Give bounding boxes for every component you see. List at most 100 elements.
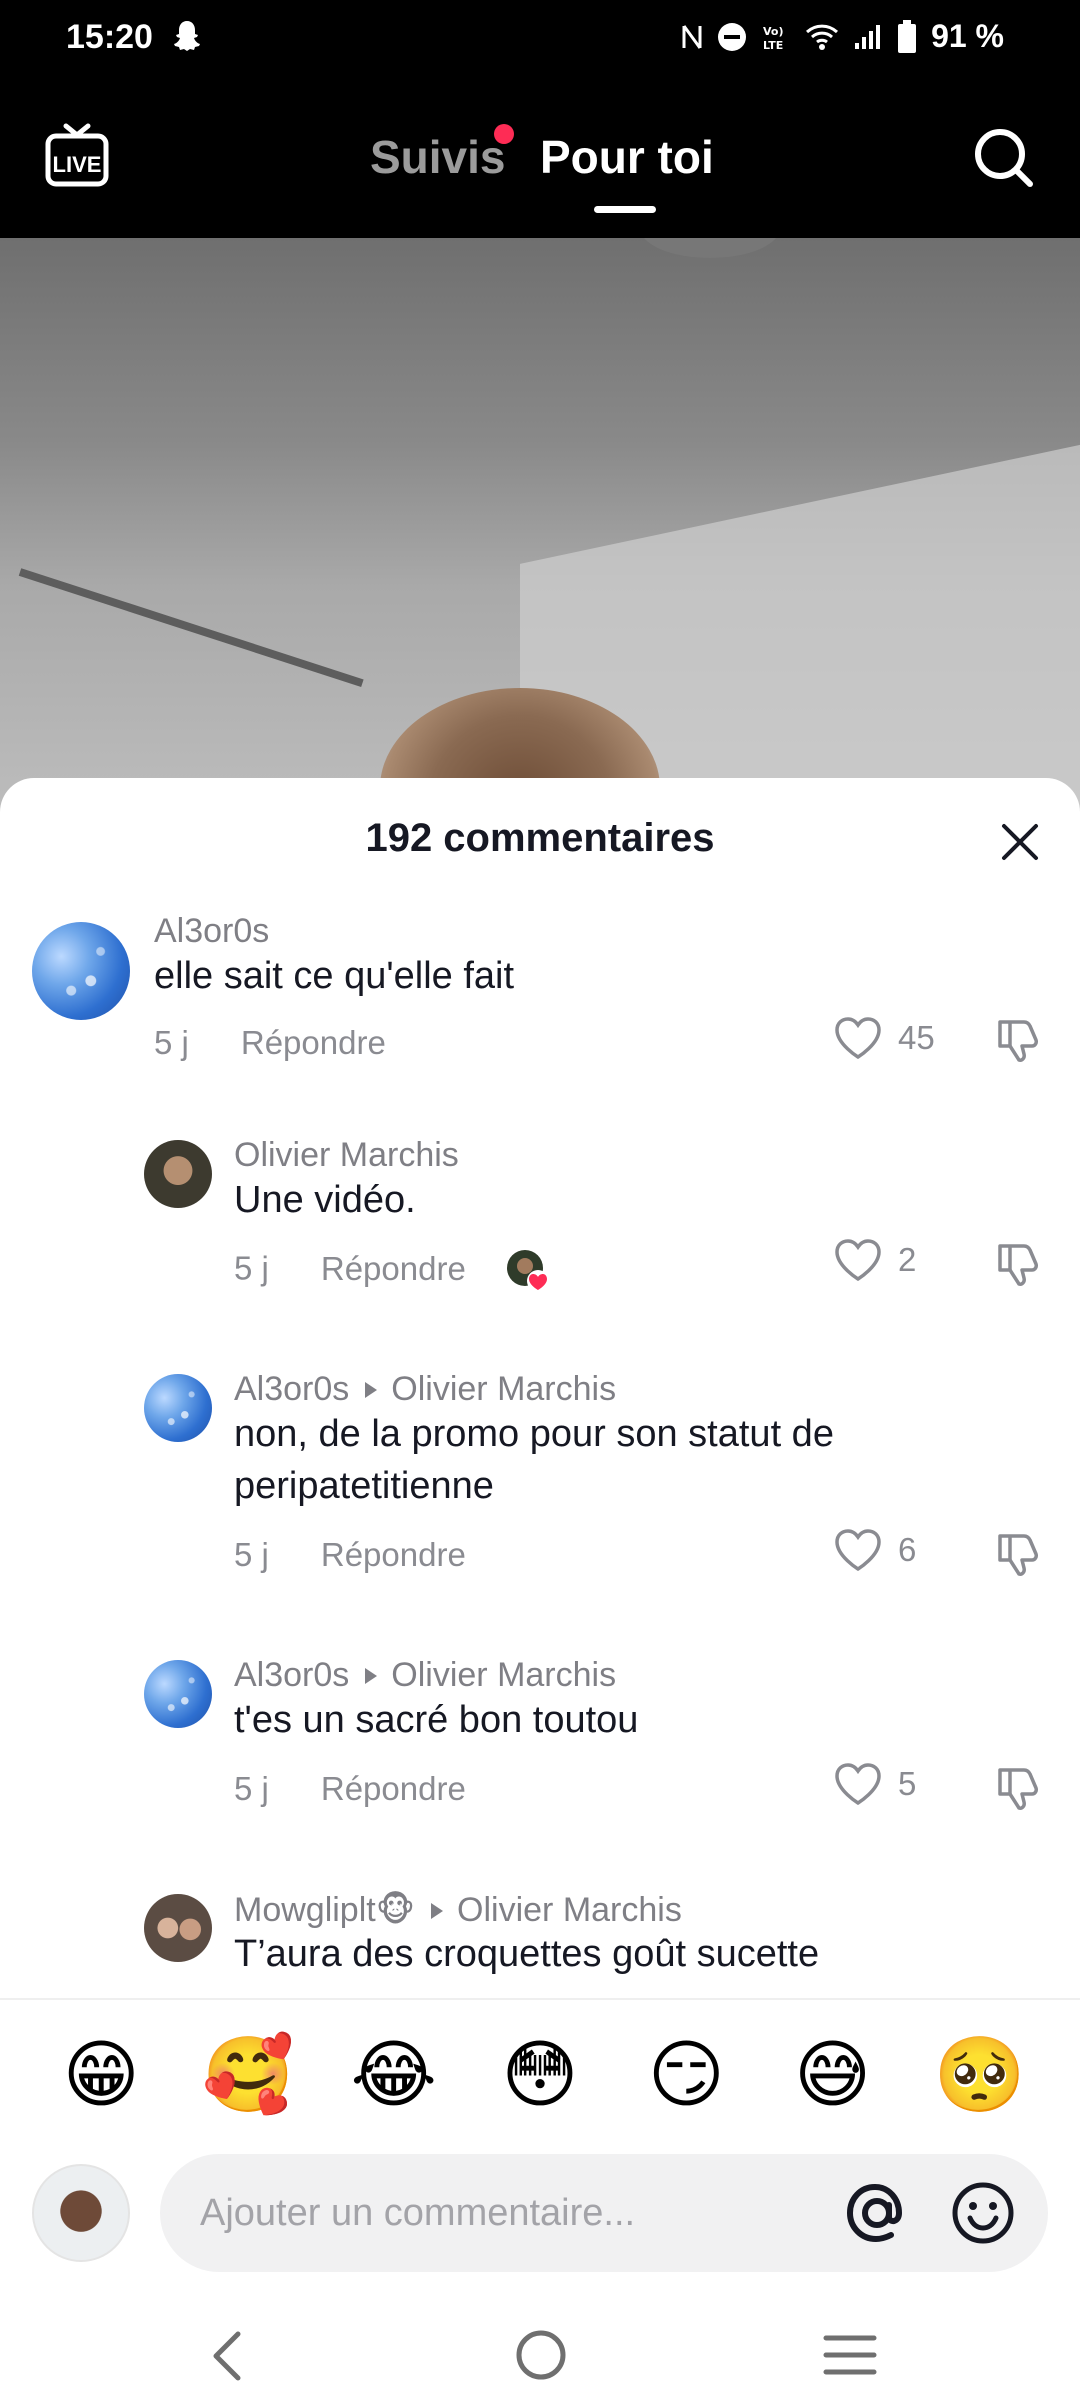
reply-button[interactable]: Répondre: [321, 1770, 466, 1807]
tab-following[interactable]: Suivis: [370, 130, 506, 184]
like-button[interactable]: 45: [834, 1016, 935, 1060]
comment-input-row: Ajouter un commentaire...: [0, 2154, 1080, 2274]
dislike-icon[interactable]: [994, 1528, 1044, 1578]
dislike-icon[interactable]: [994, 1762, 1044, 1812]
comment-item: Olivier Marchis Une vidéo. 5 j Répondre 2: [0, 1118, 1080, 1352]
emoji-smiling-hearts[interactable]: 🥰: [202, 2038, 294, 2112]
emoji-smirk[interactable]: 😏: [641, 2038, 731, 2112]
emoji-picker-icon[interactable]: [950, 2180, 1016, 2246]
wifi-icon: [806, 24, 839, 50]
top-nav: LIVE Suivis Pour toi: [0, 80, 1080, 238]
reply-to-name[interactable]: Olivier Marchis: [457, 1891, 682, 1929]
volte-icon: Vo)LTE: [763, 25, 784, 52]
live-label: LIVE: [53, 152, 102, 177]
comment-author[interactable]: Mowgliplt🐵 Olivier Marchis: [234, 1890, 682, 1930]
tab-for-you[interactable]: Pour toi: [540, 130, 714, 184]
comment-author[interactable]: Al3or0s: [154, 912, 269, 951]
comment-text: non, de la promo pour son statut de peri…: [234, 1413, 834, 1507]
svg-text:Vo): Vo): [763, 25, 784, 38]
heart-icon: [835, 1529, 881, 1572]
do-not-disturb-icon: [718, 22, 747, 51]
reply-to-name[interactable]: Olivier Marchis: [391, 1370, 616, 1408]
like-count: 6: [898, 1531, 917, 1568]
reply-arrow-icon: [431, 1902, 444, 1919]
comment-author[interactable]: Olivier Marchis: [234, 1136, 459, 1175]
user-avatar[interactable]: [32, 2164, 130, 2262]
status-icons: Vo) LTE 91 %: [681, 18, 1004, 55]
avatar[interactable]: [144, 1894, 212, 1962]
home-icon[interactable]: [514, 2328, 568, 2382]
comment-author[interactable]: Al3or0s Olivier Marchis: [234, 1656, 616, 1695]
comment-author-name[interactable]: Mowgliplt🐵: [234, 1891, 415, 1929]
emoji-pleading[interactable]: 🥺: [934, 2038, 1026, 2112]
close-icon[interactable]: [1000, 822, 1040, 862]
like-count: 45: [898, 1019, 935, 1056]
reply-button[interactable]: Répondre: [321, 1250, 466, 1287]
like-button[interactable]: 2: [834, 1238, 916, 1282]
back-icon[interactable]: [204, 2328, 252, 2384]
quick-emoji-bar: 😁 🥰 😂 😳 😏 😅 🥺: [0, 2038, 1080, 2112]
signal-icon: [855, 24, 881, 49]
live-icon[interactable]: LIVE: [44, 122, 110, 190]
video-frame-lamp: [640, 238, 780, 258]
dislike-icon[interactable]: [994, 1014, 1044, 1064]
comment-author[interactable]: Al3or0s Olivier Marchis: [234, 1370, 616, 1409]
comment-input-placeholder[interactable]: Ajouter un commentaire...: [200, 2192, 635, 2235]
like-button[interactable]: 6: [834, 1528, 916, 1572]
emoji-tears-of-joy[interactable]: 😂: [349, 2038, 439, 2112]
mention-icon[interactable]: [842, 2178, 912, 2248]
reply-to-name[interactable]: Olivier Marchis: [391, 1656, 616, 1694]
comments-sheet: 192 commentaires Al3or0s elle sait ce qu…: [0, 778, 1080, 2408]
svg-text:LTE: LTE: [763, 39, 783, 52]
comment-author-name[interactable]: Al3or0s: [234, 1370, 349, 1408]
emoji-flushed[interactable]: 😳: [495, 2038, 585, 2112]
comment-age: 5 j: [234, 1536, 269, 1573]
notification-dot: [494, 124, 514, 144]
comment-author-name[interactable]: Al3or0s: [234, 1656, 349, 1694]
comments-list[interactable]: Al3or0s elle sait ce qu'elle fait 5 j Rép…: [0, 888, 1080, 1998]
comment-meta: 5 j Répondre: [234, 1248, 551, 1294]
status-bar: 15:20 Vo) LTE 91 %: [0, 0, 1080, 80]
video-frame-rail: [18, 568, 364, 688]
comment-meta: 5 j Répondre: [154, 1024, 386, 1062]
comment-item: Al3or0s elle sait ce qu'elle fait 5 j Rép…: [0, 888, 1080, 1118]
reply-button[interactable]: Répondre: [321, 1536, 466, 1573]
comments-count-title: 192 commentaires: [365, 816, 715, 860]
emoji-grin[interactable]: 😁: [56, 2038, 146, 2112]
avatar[interactable]: [144, 1660, 212, 1728]
comment-input[interactable]: Ajouter un commentaire...: [160, 2154, 1048, 2272]
comment-item: Al3or0s Olivier Marchis t'es un sacré bon…: [0, 1638, 1080, 1872]
recent-apps-icon[interactable]: [822, 2332, 878, 2378]
nfc-icon: [682, 24, 702, 49]
comment-text: Une vidéo.: [234, 1179, 416, 1221]
comment-item: Al3or0s Olivier Marchis non, de la promo …: [0, 1352, 1080, 1638]
comment-text: T’aura des croquettes goût sucette: [234, 1933, 820, 1975]
comment-item: Mowgliplt🐵 Olivier Marchis T’aura des cro…: [0, 1872, 1080, 1998]
status-time: 15:20: [66, 18, 153, 56]
comment-text: elle sait ce qu'elle fait: [154, 955, 515, 997]
avatar[interactable]: [144, 1140, 212, 1208]
like-count: 5: [898, 1765, 917, 1802]
comment-age: 5 j: [234, 1770, 269, 1807]
video-player[interactable]: [0, 238, 1080, 818]
avatar[interactable]: [32, 922, 130, 1020]
dislike-icon[interactable]: [994, 1238, 1044, 1288]
divider: [0, 1998, 1080, 2000]
battery-percent: 91 %: [931, 18, 1004, 54]
reply-arrow-icon: [365, 1381, 378, 1398]
snapchat-icon: [174, 21, 200, 51]
system-nav-bar: [0, 2308, 1080, 2408]
like-count: 2: [898, 1241, 917, 1278]
creator-liked-badge: [505, 1248, 551, 1294]
battery-icon: [898, 19, 917, 53]
reply-arrow-icon: [365, 1667, 378, 1684]
comment-meta: 5 j Répondre: [234, 1770, 466, 1808]
emoji-sweat-smile[interactable]: 😅: [788, 2038, 878, 2112]
heart-icon: [835, 1239, 881, 1282]
search-icon[interactable]: [972, 126, 1036, 190]
comment-meta: 5 j Répondre: [234, 1536, 466, 1574]
reply-button[interactable]: Répondre: [241, 1024, 386, 1061]
like-button[interactable]: 5: [834, 1762, 916, 1806]
comment-age: 5 j: [154, 1024, 189, 1061]
avatar[interactable]: [144, 1374, 212, 1442]
